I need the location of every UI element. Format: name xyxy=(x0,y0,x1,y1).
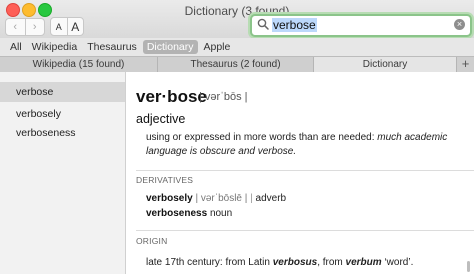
separator: | xyxy=(250,193,253,204)
forward-button[interactable]: › xyxy=(26,19,45,35)
chevron-right-icon: › xyxy=(32,21,37,33)
scope-all[interactable]: All xyxy=(6,40,26,54)
scope-dictionary[interactable]: Dictionary xyxy=(142,40,198,54)
definition-text: using or expressed in more words than ar… xyxy=(146,132,378,143)
origin-latin-word: verbosus xyxy=(272,257,318,268)
search-icon xyxy=(257,18,269,30)
derivative-word[interactable]: verbosely xyxy=(146,193,193,204)
entry-definition: using or expressed in more words than ar… xyxy=(146,131,461,158)
tab-dictionary[interactable]: Dictionary xyxy=(314,57,457,72)
back-button[interactable]: ‹ xyxy=(6,19,26,35)
dictionary-entry: ver·bose | vərˈbōs | adjective using or … xyxy=(126,72,474,274)
derivative-verboseness: verboseness noun xyxy=(146,208,232,219)
tab-thesaurus[interactable]: Thesaurus (2 found) xyxy=(158,57,314,72)
new-tab-button[interactable]: + xyxy=(457,57,474,72)
clear-search-icon[interactable]: × xyxy=(454,19,465,30)
sidebar-item-verbose[interactable]: verbose xyxy=(0,82,125,102)
scope-thesaurus[interactable]: Thesaurus xyxy=(83,40,141,54)
entry-headword: ver·bose xyxy=(136,87,207,106)
derivative-verbosely: verbosely | vərˈbōslē | | adverb xyxy=(146,193,286,204)
chevron-left-icon: ‹ xyxy=(13,21,18,33)
title-bar: Dictionary (3 found) ‹ › A A verbose × xyxy=(0,0,474,38)
search-field[interactable]: verbose × xyxy=(250,14,472,37)
origin-heading: ORIGIN xyxy=(136,236,168,246)
results-tab-bar: Wikipedia (15 found) Thesaurus (2 found)… xyxy=(0,56,474,73)
results-sidebar: verbose verbosely verboseness xyxy=(0,72,126,274)
decrease-font-button[interactable]: A xyxy=(51,18,68,35)
tab-wikipedia[interactable]: Wikipedia (15 found) xyxy=(0,57,158,72)
increase-font-button[interactable]: A xyxy=(68,18,84,35)
entry-pronunciation: | vərˈbōs | xyxy=(199,91,248,103)
origin-part: ‘word’. xyxy=(381,257,414,268)
origin-part: late 17th century: from Latin xyxy=(146,257,273,268)
origin-latin-word: verbum xyxy=(345,257,382,268)
origin-text: late 17th century: from Latin verbosus, … xyxy=(146,257,466,268)
derivatives-heading: DERIVATIVES xyxy=(136,175,194,185)
sidebar-item-verbosely[interactable]: verbosely xyxy=(0,104,125,124)
source-scope-bar: All Wikipedia Thesaurus Dictionary Apple xyxy=(0,38,474,56)
origin-part: , from xyxy=(317,257,346,268)
scope-wikipedia[interactable]: Wikipedia xyxy=(28,40,82,54)
navigation-buttons: ‹ › xyxy=(5,18,45,36)
sidebar-item-verboseness[interactable]: verboseness xyxy=(0,123,125,143)
divider xyxy=(136,170,474,171)
divider xyxy=(136,230,474,231)
scrollbar-thumb[interactable] xyxy=(467,261,470,272)
search-input-value[interactable]: verbose xyxy=(272,18,317,32)
derivative-part-of-speech: noun xyxy=(209,208,233,219)
entry-part-of-speech: adjective xyxy=(136,112,186,126)
scope-apple[interactable]: Apple xyxy=(200,40,235,54)
derivative-pronunciation: | vərˈbōslē | xyxy=(195,193,248,204)
derivative-part-of-speech: adverb xyxy=(255,193,287,204)
derivative-word[interactable]: verboseness xyxy=(146,208,207,219)
font-size-buttons: A A xyxy=(50,17,84,36)
